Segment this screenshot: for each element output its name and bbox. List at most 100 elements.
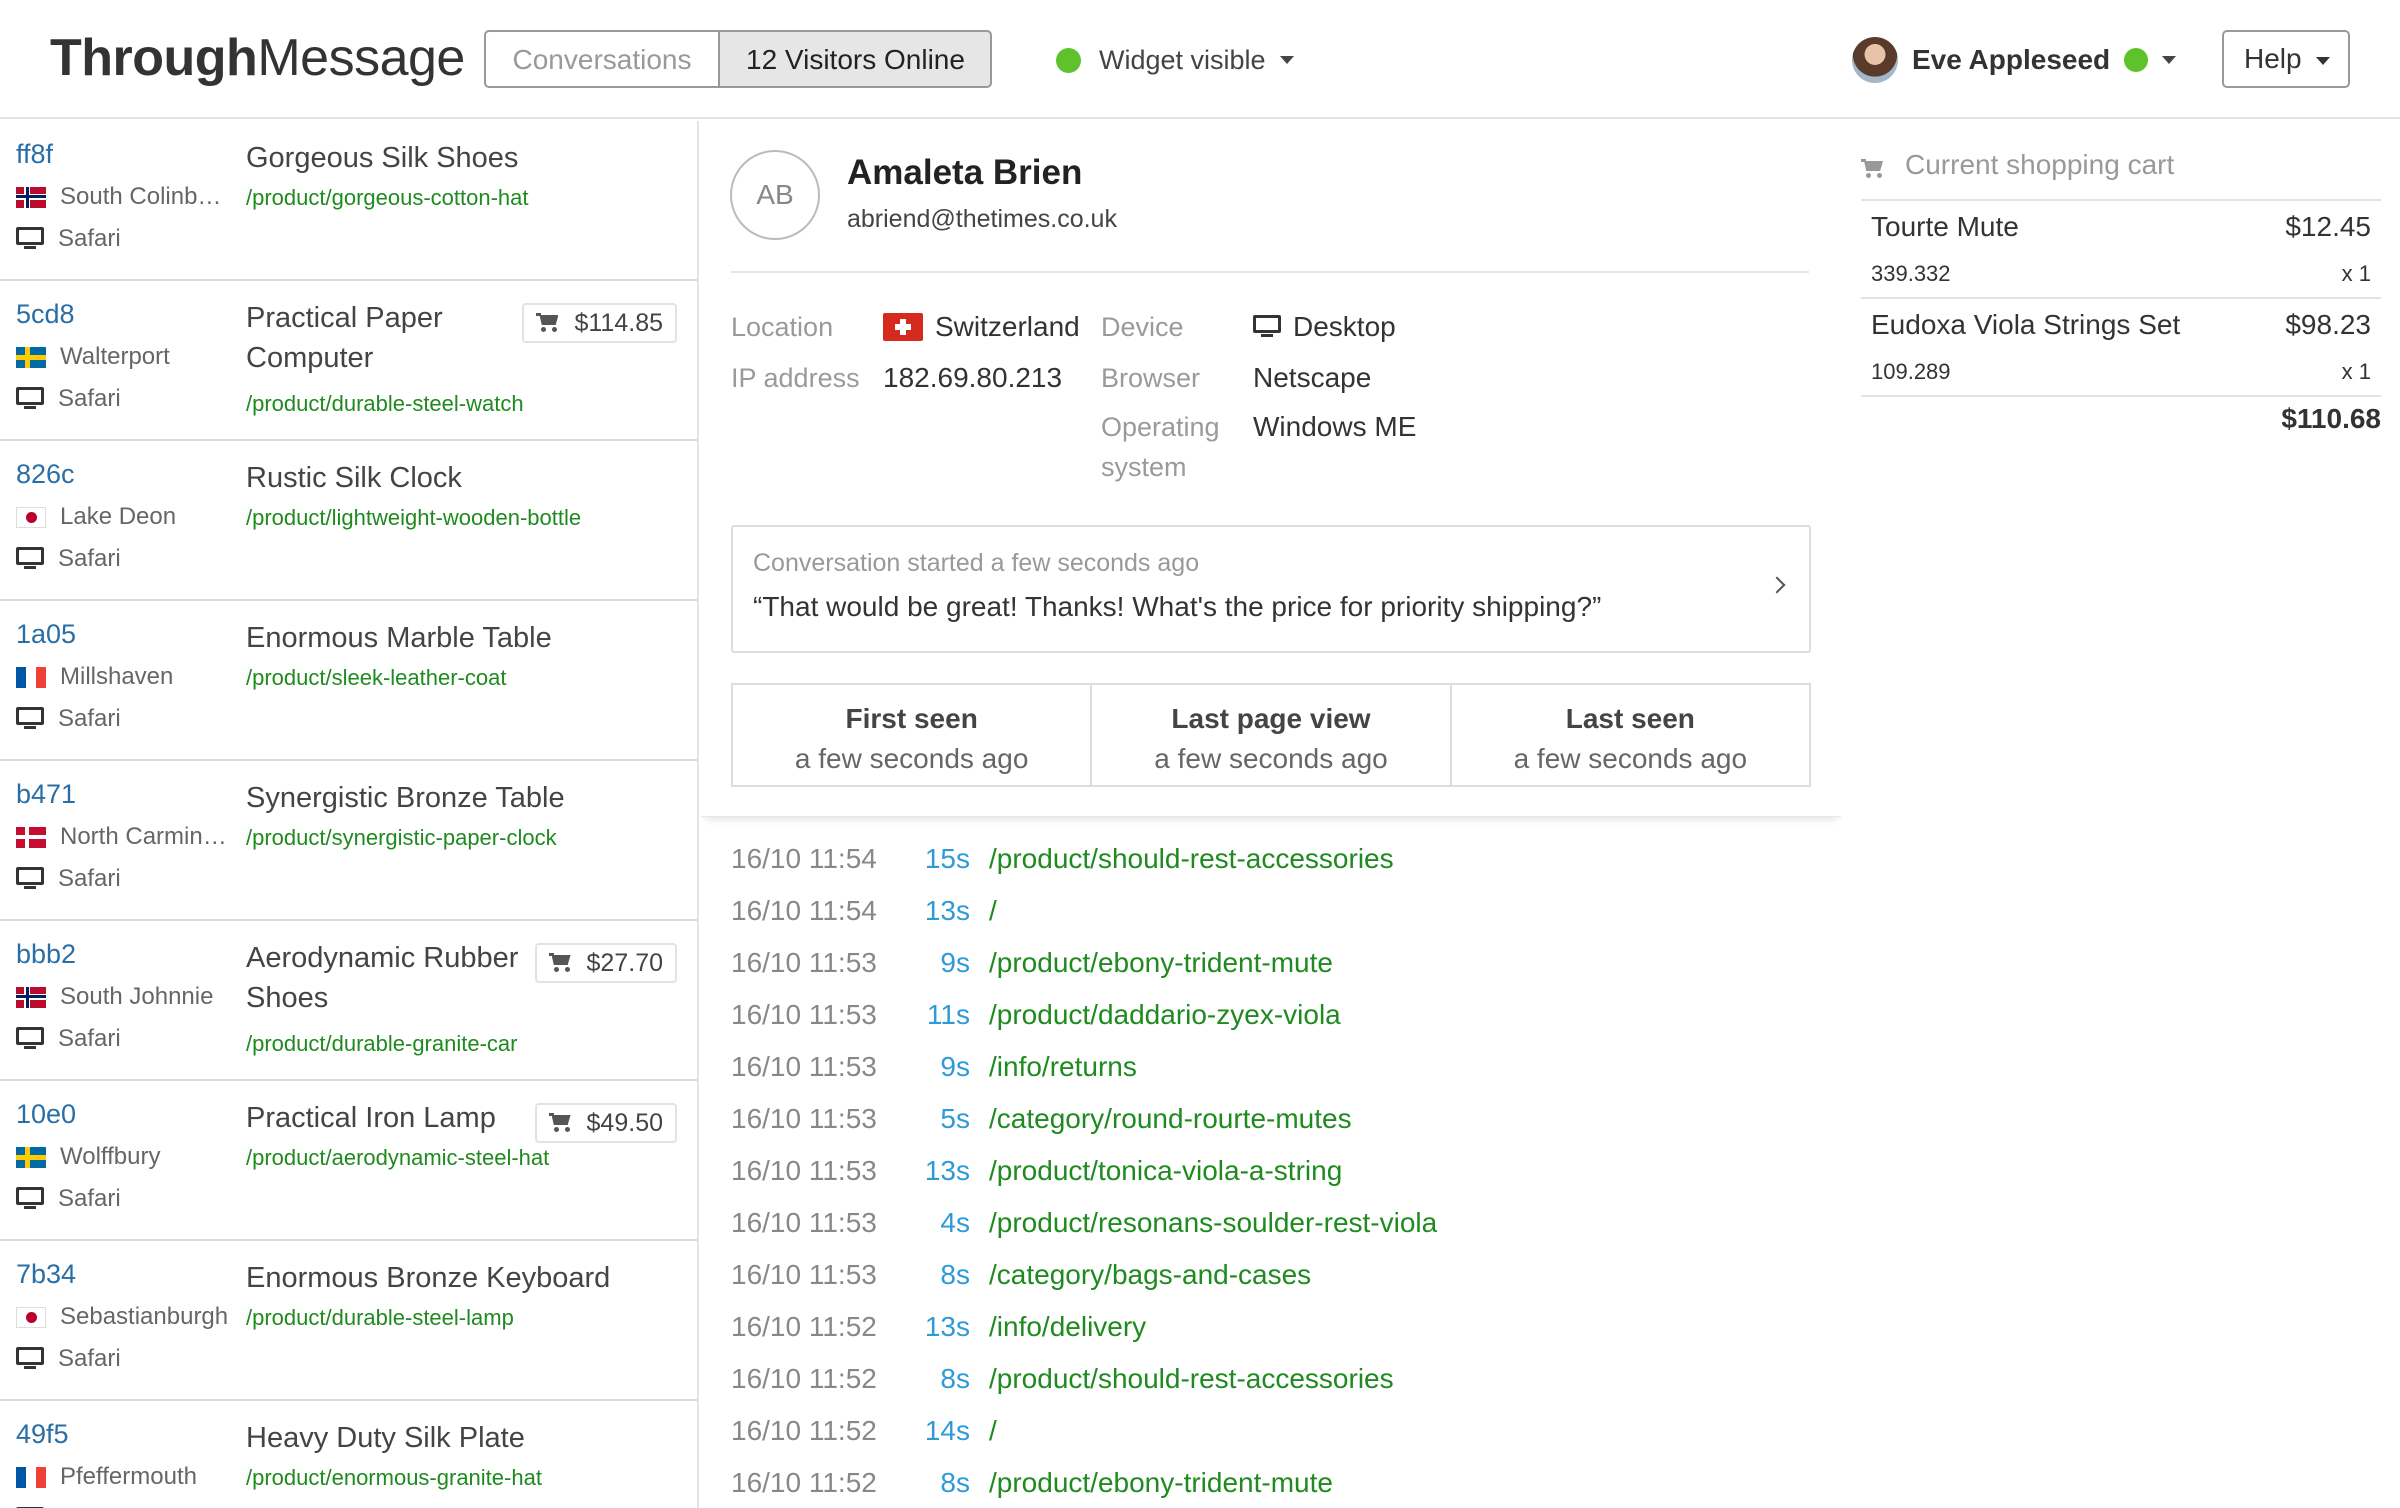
visitor-page-path[interactable]: /product/durable-granite-car [246, 1031, 517, 1057]
widget-visibility-dropdown[interactable]: Widget visible [1056, 40, 1294, 80]
visitor-page-path[interactable]: /product/synergistic-paper-clock [246, 825, 557, 851]
contact-card: AB Amaleta Brien abriend@thetimes.co.uk … [701, 121, 1841, 817]
pageview-path[interactable]: /product/ebony-trident-mute [989, 1467, 1333, 1499]
pageview-time: 16/10 11:52 [731, 1363, 877, 1394]
visitor-id[interactable]: ff8f [16, 139, 53, 170]
pageview-row: 16/10 11:53 4s/product/resonans-soulder-r… [731, 1197, 1831, 1249]
desktop-icon [1253, 315, 1281, 339]
country-flag-icon [16, 346, 46, 368]
pageview-duration: 8s [940, 1467, 970, 1498]
cart-item-sku: 339.332 [1871, 261, 1951, 286]
stat-label: Last seen [1565, 703, 1695, 734]
caret-down-icon [2315, 56, 2330, 65]
visitor-row[interactable]: bbb2 South Johnnie Safari Aerodynamic Rubbe… [0, 921, 697, 1081]
pageview-duration: 8s [940, 1259, 970, 1290]
pageview-path[interactable]: /product/resonans-soulder-rest-viola [989, 1207, 1437, 1239]
pageview-duration: 9s [940, 1051, 970, 1082]
device-value: Desktop [1253, 307, 1396, 347]
tab-visitors-online[interactable]: 12 Visitors Online [720, 30, 992, 88]
visitor-id[interactable]: bbb2 [16, 939, 76, 970]
pageview-time: 16/10 11:53 [731, 999, 877, 1030]
pageview-path[interactable]: /product/should-rest-accessories [989, 843, 1394, 875]
pageview-row: 16/10 11:52 8s/product/ebony-trident-mute [731, 1457, 1831, 1508]
contact-email[interactable]: abriend@thetimes.co.uk [847, 205, 1117, 234]
visitor-location: Pfeffermouth [16, 1463, 231, 1491]
visitor-browser: Safari [16, 1025, 121, 1053]
help-button[interactable]: Help [2222, 30, 2350, 88]
visitor-page-path[interactable]: /product/enormous-granite-hat [246, 1465, 542, 1491]
conversation-message: “That would be great! Thanks! What's the… [753, 591, 1602, 622]
country-flag-icon [16, 1466, 46, 1488]
cart-icon [548, 1113, 573, 1133]
visitor-id[interactable]: 1a05 [16, 619, 76, 650]
visitor-browser-name: Safari [58, 545, 121, 572]
visitor-city: Millshaven [60, 663, 174, 690]
pageview-path[interactable]: / [989, 895, 997, 927]
visitor-id[interactable]: 7b34 [16, 1259, 76, 1290]
visitor-list[interactable]: ff8f South Colinb… Safari Gorgeous Silk Sho… [0, 121, 699, 1508]
caret-down-icon [1279, 56, 1294, 64]
cart-value-badge: $114.85 [522, 303, 677, 343]
stat-label: Last page view [1171, 703, 1371, 734]
visitor-page-path[interactable]: /product/sleek-leather-coat [246, 665, 506, 691]
pageview-path[interactable]: /product/should-rest-accessories [989, 1363, 1394, 1395]
visitor-id[interactable]: 49f5 [16, 1419, 69, 1450]
pageview-path[interactable]: /product/tonica-viola-a-string [989, 1155, 1342, 1187]
conversation-preview[interactable]: Conversation started a few seconds ago “… [731, 525, 1811, 653]
visitor-id[interactable]: b471 [16, 779, 76, 810]
visit-stats: First seen a few seconds ago Last page v… [731, 683, 1811, 787]
visitor-city: North Carmin… [60, 823, 227, 850]
visitor-id[interactable]: 5cd8 [16, 299, 75, 330]
pageview-time: 16/10 11:53 [731, 1259, 877, 1290]
logo-light: Message [257, 29, 465, 87]
visitor-page-path[interactable]: /product/lightweight-wooden-bottle [246, 505, 581, 531]
visitor-row[interactable]: 7b34 Sebastianburgh Safari Enormous Bronze … [0, 1241, 697, 1401]
pageview-path[interactable]: /category/round-rourte-mutes [989, 1103, 1352, 1135]
visitor-browser: Safari [16, 705, 121, 733]
visitor-page-path[interactable]: /product/durable-steel-lamp [246, 1305, 514, 1331]
tab-conversations[interactable]: Conversations [484, 30, 720, 88]
visitor-city: Wolffbury [60, 1143, 161, 1170]
pageview-duration: 11s [926, 999, 970, 1030]
pageview-path[interactable]: /info/returns [989, 1051, 1137, 1083]
visitor-row[interactable]: b471 North Carmin… Safari Synergistic Bronz… [0, 761, 697, 921]
visitor-browser: Safari [16, 385, 121, 413]
pageview-path[interactable]: /info/delivery [989, 1311, 1146, 1343]
ip-label: IP address [731, 363, 860, 393]
cart-heading-text: Current shopping cart [1905, 149, 2175, 180]
stat-value: a few seconds ago [794, 743, 1029, 774]
visitor-row[interactable]: 826c Lake Deon Safari Rustic Silk Clock/pro… [0, 441, 697, 601]
visitor-id[interactable]: 10e0 [16, 1099, 76, 1130]
pageview-time: 16/10 11:53 [731, 1103, 877, 1134]
pageview-time: 16/10 11:53 [731, 947, 877, 978]
user-menu[interactable]: Eve Appleseed [1852, 36, 2177, 84]
os-label: Operating system [1101, 412, 1220, 482]
cart-value: $49.50 [586, 1109, 663, 1137]
pageview-duration: 14s [924, 1415, 970, 1446]
visitor-page-title: Synergistic Bronze Table [246, 782, 565, 814]
visitor-page-path[interactable]: /product/durable-steel-watch [246, 391, 524, 417]
status-dot-icon [1056, 47, 1081, 73]
pageview-path[interactable]: /product/ebony-trident-mute [989, 947, 1333, 979]
pageview-duration: 4s [940, 1207, 970, 1238]
pageview-path[interactable]: /category/bags-and-cases [989, 1259, 1311, 1291]
visitor-row[interactable]: 10e0 Wolffbury Safari Practical Iron Lamp/p… [0, 1081, 697, 1241]
visitor-row[interactable]: ff8f South Colinb… Safari Gorgeous Silk Sho… [0, 121, 697, 281]
visitor-id[interactable]: 826c [16, 459, 75, 490]
visitor-row[interactable]: 1a05 Millshaven Safari Enormous Marble Tabl… [0, 601, 697, 761]
app-logo[interactable]: ThroughMessage [50, 28, 465, 88]
pageview-path[interactable]: /product/daddario-zyex-viola [989, 999, 1341, 1031]
pageview-path[interactable]: / [989, 1415, 997, 1447]
visitor-page-title: Aerodynamic Rubber Shoes [246, 942, 519, 1014]
cart-value: $114.85 [574, 309, 663, 337]
desktop-icon [16, 387, 44, 411]
visitor-row[interactable]: 5cd8 Walterport Safari Practical Paper Comp… [0, 281, 697, 441]
visitor-page-path[interactable]: /product/gorgeous-cotton-hat [246, 185, 529, 211]
stat-last-page-view: Last page view a few seconds ago [1092, 685, 1452, 785]
pageview-row: 16/10 11:52 14s / [731, 1405, 1831, 1457]
pageview-log: 16/10 11:54 15s/product/should-rest-acces… [731, 833, 1831, 1508]
visitor-page-path[interactable]: /product/aerodynamic-steel-hat [246, 1145, 549, 1171]
os-value: Windows ME [1253, 411, 1417, 442]
country-flag-icon [16, 826, 46, 848]
visitor-row[interactable]: 49f5PfeffermouthSafariHeavy Duty Silk Pl… [0, 1401, 697, 1508]
